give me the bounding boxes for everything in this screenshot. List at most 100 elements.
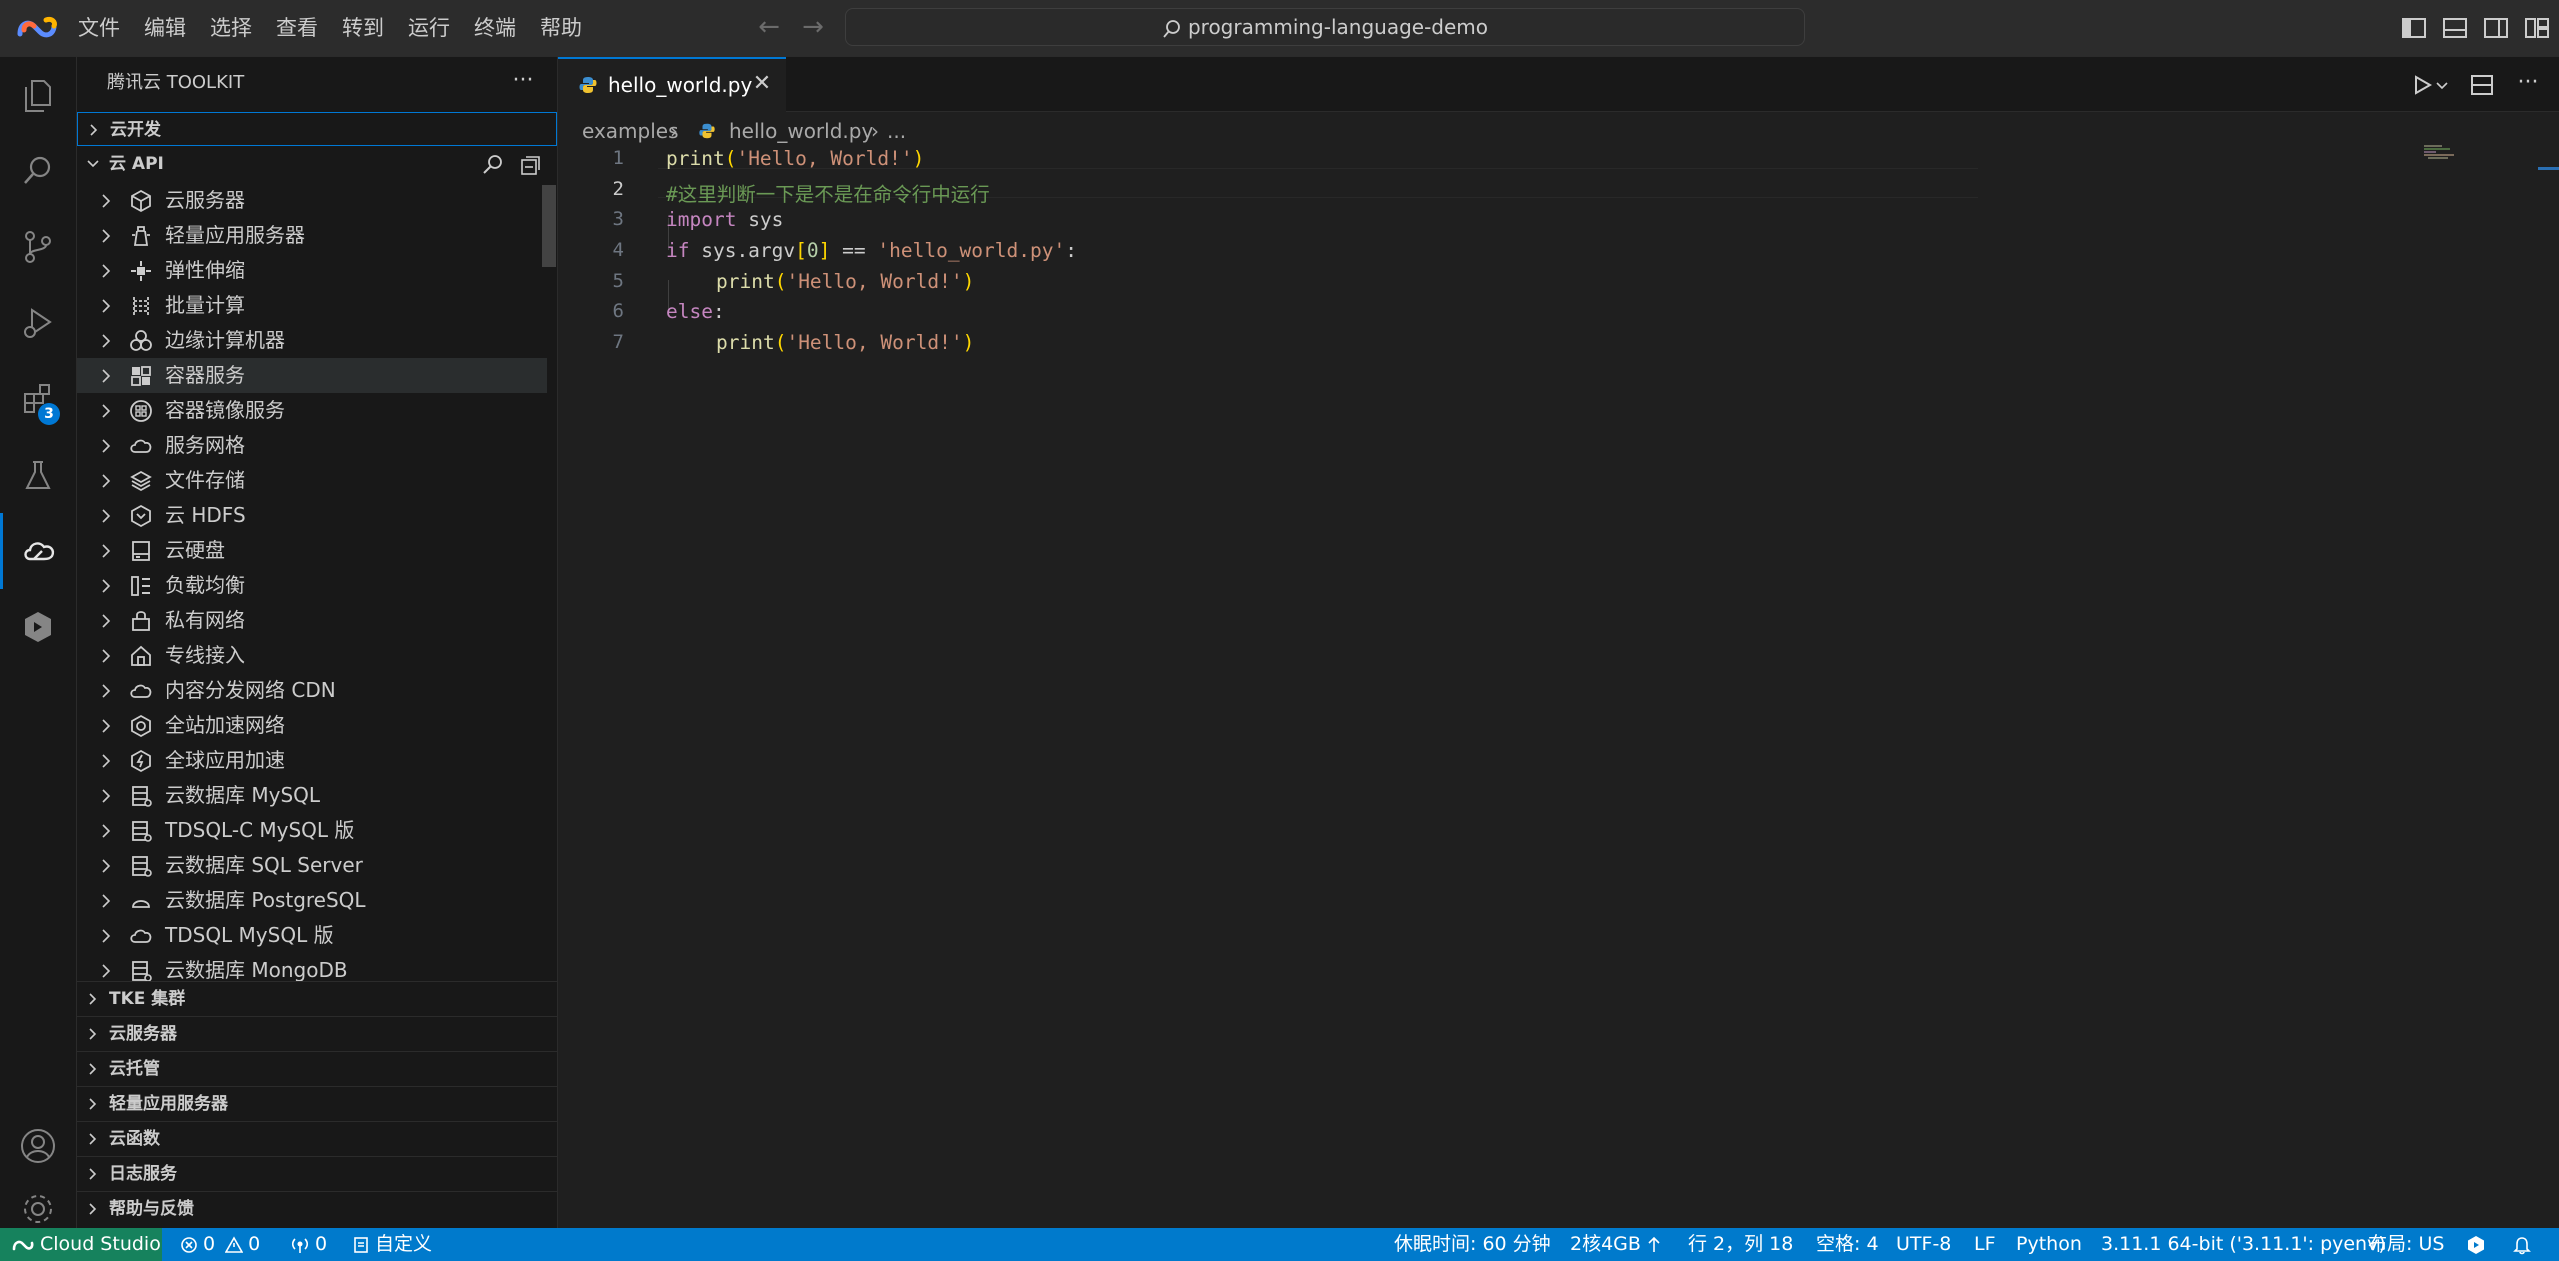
menu-help[interactable]: 帮助 [528, 0, 594, 56]
api-item-mesh[interactable]: 服务网格 [77, 428, 547, 463]
command-center-label: programming-language-demo [1187, 15, 1489, 39]
api-item-lighthouse[interactable]: 轻量应用服务器 [77, 218, 547, 253]
api-item-dc[interactable]: 专线接入 [77, 638, 547, 673]
section-cls[interactable]: 日志服务 [77, 1156, 557, 1190]
indentation[interactable]: 空格: 4 [1816, 1228, 1879, 1261]
line-number: 6 [612, 300, 624, 322]
notifications-bell-icon[interactable] [2512, 1228, 2537, 1261]
search-icon[interactable] [481, 153, 505, 177]
codebuddy-icon[interactable] [0, 589, 76, 665]
activity-bar: 3 [0, 57, 77, 1228]
section-label: 日志服务 [109, 1164, 177, 1184]
close-icon[interactable]: ✕ [750, 73, 774, 97]
sleep-time[interactable]: 休眠时间: 60 分钟 [1394, 1228, 1551, 1261]
cursor-position[interactable]: 行 2，列 18 [1688, 1228, 1793, 1261]
back-arrow-icon[interactable]: ← [752, 12, 786, 44]
line-number: 2 [612, 178, 624, 200]
explorer-icon[interactable] [0, 57, 76, 133]
customize-indicator[interactable]: 自定义 [352, 1228, 432, 1261]
command-center-search[interactable]: programming-language-demo [845, 8, 1805, 46]
customize-layout-icon[interactable] [2523, 14, 2551, 42]
line-number: 1 [612, 147, 624, 169]
api-item-batch[interactable]: 批量计算 [77, 288, 547, 323]
section-label: 云函数 [109, 1129, 160, 1149]
api-item-mysql[interactable]: 云数据库 MySQL [77, 778, 547, 813]
language-mode[interactable]: Python [2016, 1228, 2082, 1261]
section-cloud-api[interactable]: 云 API [77, 147, 557, 181]
run-python-file-icon[interactable] [2408, 71, 2436, 99]
api-item-mongodb[interactable]: 云数据库 MongoDB [77, 953, 547, 981]
section-cvm[interactable]: 云服务器 [77, 1016, 557, 1050]
api-item-tke[interactable]: 容器服务 [77, 358, 547, 393]
api-item-postgresql[interactable]: 云数据库 PostgreSQL [77, 883, 547, 918]
breadcrumb-file[interactable]: hello_world.py [729, 113, 873, 149]
keyboard-layout[interactable]: 布局: US [2368, 1228, 2444, 1261]
section-hosting[interactable]: 云托管 [77, 1051, 557, 1085]
section-tke[interactable]: TKE 集群 [77, 981, 557, 1015]
api-item-cdn[interactable]: 内容分发网络 CDN [77, 673, 547, 708]
layers-icon [130, 470, 152, 492]
search-icon[interactable] [0, 133, 76, 209]
line-number: 5 [612, 270, 624, 292]
warning-count: 0 [248, 1233, 261, 1255]
api-item-hdfs[interactable]: 云 HDFS [77, 498, 547, 533]
chevron-down-icon[interactable] [2434, 71, 2450, 99]
api-item-vpc[interactable]: 私有网络 [77, 603, 547, 638]
collapse-all-icon[interactable] [519, 153, 543, 177]
api-item-cfs[interactable]: 文件存储 [77, 463, 547, 498]
end-of-line[interactable]: LF [1974, 1228, 1996, 1261]
section-label: 云服务器 [109, 1024, 177, 1044]
toggle-panel-icon[interactable] [2441, 14, 2469, 42]
testing-flask-icon[interactable] [0, 437, 76, 513]
menu-go[interactable]: 转到 [330, 0, 396, 56]
machine-spec[interactable]: 2核4GB [1570, 1228, 1666, 1261]
api-item-edge[interactable]: 边缘计算机器 [77, 323, 547, 358]
section-lighthouse[interactable]: 轻量应用服务器 [77, 1086, 557, 1120]
encoding[interactable]: UTF-8 [1896, 1228, 1951, 1261]
python-interpreter[interactable]: 3.11.1 64-bit ('3.11.1': pyenv) [2101, 1228, 2386, 1261]
more-actions-icon[interactable]: ··· [2514, 71, 2542, 99]
breadcrumb-more[interactable]: ... [887, 113, 906, 149]
menu-terminal[interactable]: 终端 [462, 0, 528, 56]
menu-run[interactable]: 运行 [396, 0, 462, 56]
api-item-autoscaling[interactable]: 弹性伸缩 [77, 253, 547, 288]
toggle-secondary-sidebar-icon[interactable] [2482, 14, 2510, 42]
api-item-cvm[interactable]: 云服务器 [77, 183, 547, 218]
machine-spec-label: 2核4GB [1570, 1233, 1641, 1255]
sidebar-scrollbar[interactable] [542, 185, 556, 267]
extensions-icon[interactable]: 3 [0, 361, 76, 437]
forward-arrow-icon[interactable]: → [796, 12, 830, 44]
menu-edit[interactable]: 编辑 [132, 0, 198, 56]
api-item-sqlserver[interactable]: 云数据库 SQL Server [77, 848, 547, 883]
section-help[interactable]: 帮助与反馈 [77, 1191, 557, 1225]
breadcrumb-folder[interactable]: examples [582, 113, 679, 149]
menu-file[interactable]: 文件 [66, 0, 132, 56]
source-control-icon[interactable] [0, 209, 76, 285]
api-item-tdsql[interactable]: TDSQL MySQL 版 [77, 918, 547, 953]
split-editor-icon[interactable] [2468, 71, 2496, 99]
section-cloud-dev[interactable]: 云开发 [77, 112, 557, 146]
problems-indicator[interactable]: 0 0 [180, 1228, 260, 1261]
api-item-gaap[interactable]: 全球应用加速 [77, 743, 547, 778]
run-debug-icon[interactable] [0, 285, 76, 361]
api-item-tdsql-c[interactable]: TDSQL-C MySQL 版 [77, 813, 547, 848]
ports-indicator[interactable]: 0 [290, 1228, 327, 1261]
toggle-primary-sidebar-icon[interactable] [2400, 14, 2428, 42]
remote-indicator[interactable]: Cloud Studio [0, 1228, 162, 1261]
python-file-icon [579, 77, 597, 93]
tab-hello-world[interactable]: hello_world.py ✕ [558, 57, 786, 112]
api-item-cbs[interactable]: 云硬盘 [77, 533, 547, 568]
more-actions-icon[interactable]: ··· [509, 69, 537, 97]
api-item-tcr[interactable]: 容器镜像服务 [77, 393, 547, 428]
gaap-icon [131, 749, 151, 773]
menu-view[interactable]: 查看 [264, 0, 330, 56]
tencent-cloud-toolkit-icon[interactable] [0, 513, 76, 589]
section-scf[interactable]: 云函数 [77, 1121, 557, 1155]
api-item-clb[interactable]: 负载均衡 [77, 568, 547, 603]
edge-icon [130, 330, 152, 351]
api-item-ecdn[interactable]: 全站加速网络 [77, 708, 547, 743]
menu-selection[interactable]: 选择 [198, 0, 264, 56]
section-label: 轻量应用服务器 [109, 1094, 228, 1114]
minimap[interactable] [2424, 145, 2494, 161]
codebuddy-status-icon[interactable] [2466, 1228, 2491, 1261]
